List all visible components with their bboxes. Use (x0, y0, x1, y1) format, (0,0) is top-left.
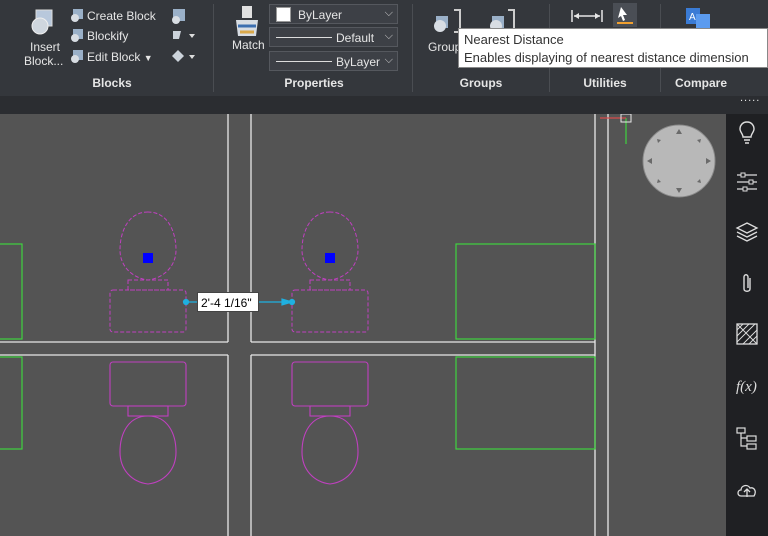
match-button[interactable]: Match (232, 38, 265, 52)
layers-icon[interactable] (735, 220, 759, 244)
drawing-canvas[interactable] (0, 114, 726, 536)
color-value: ByLayer (298, 8, 343, 22)
group-button[interactable]: Group (428, 40, 461, 54)
paperclip-icon[interactable] (735, 272, 759, 296)
chevron-down-icon: ⌵ (384, 54, 393, 66)
more-options-button[interactable]: ..... (740, 92, 760, 104)
navigation-wheel[interactable] (642, 124, 716, 198)
svg-text:f(x): f(x) (736, 379, 757, 395)
color-dropdown[interactable]: ByLayer ⌵ (269, 4, 398, 24)
tree-icon[interactable] (735, 426, 759, 450)
measure-distance-icon[interactable] (570, 8, 604, 24)
compare-panel-title: Compare (674, 76, 727, 90)
edit-block-label: Edit Block (87, 50, 141, 64)
block-tools-icon[interactable] (170, 27, 198, 43)
linetype-value: ByLayer (336, 55, 381, 69)
tooltip-title: Nearest Distance (464, 32, 564, 47)
edit-block-icon (71, 50, 83, 63)
chevron-down-icon: ⌵ (384, 7, 393, 19)
lightbulb-icon[interactable] (735, 120, 759, 144)
insert-label: Insert (29, 40, 60, 54)
linetype-dropdown[interactable]: ByLayer ⌵ (269, 51, 398, 71)
dimension-label: 2'-4 1/16" (197, 292, 259, 312)
edit-block-button[interactable]: Edit Block ▼ (87, 50, 153, 64)
properties-panel-title: Properties (284, 76, 344, 90)
match-properties-icon (236, 6, 258, 36)
separator (412, 4, 413, 92)
sliders-icon[interactable] (735, 170, 759, 194)
chevron-down-icon: ⌵ (384, 30, 393, 42)
grip-point[interactable] (143, 253, 153, 263)
dimension-value: 2'-4 1/16" (201, 296, 252, 310)
blocks-panel-title: Blocks (92, 76, 132, 90)
grip-point[interactable] (325, 253, 335, 263)
nearest-distance-icon[interactable] (613, 3, 637, 27)
separator (213, 4, 214, 92)
block-tools-2-icon[interactable] (170, 48, 198, 64)
groups-panel-title: Groups (459, 76, 503, 90)
color-swatch (276, 7, 291, 22)
ribbon-footer (0, 96, 768, 114)
create-block-icon (71, 9, 83, 22)
lineweight-value: Default (336, 31, 375, 45)
right-sidebar: f(x) (726, 114, 768, 536)
blockify-icon (71, 29, 83, 42)
insert-block-button[interactable]: Insert Block... (24, 40, 63, 68)
svg-text:A: A (689, 12, 696, 23)
blockify-button[interactable]: Blockify (87, 29, 128, 43)
tooltip-description: Enables displaying of nearest distance d… (464, 50, 749, 65)
insert-block-icon (31, 9, 53, 35)
cloud-icon[interactable] (735, 478, 759, 502)
utilities-panel-title: Utilities (583, 76, 627, 90)
lineweight-dropdown[interactable]: Default ⌵ (269, 27, 398, 47)
create-block-button[interactable]: Create Block (87, 9, 156, 23)
hatch-icon[interactable] (735, 322, 759, 346)
tooltip: Nearest Distance Enables displaying of n… (458, 28, 768, 68)
insert-label-2: Block... (24, 54, 64, 68)
chevron-down-icon: ▼ (143, 53, 153, 63)
compare-icon[interactable]: A (684, 6, 712, 30)
function-icon[interactable]: f(x) (735, 374, 759, 398)
line-sample (276, 61, 332, 62)
line-sample (276, 37, 332, 38)
block-attribute-icon[interactable] (170, 7, 188, 25)
